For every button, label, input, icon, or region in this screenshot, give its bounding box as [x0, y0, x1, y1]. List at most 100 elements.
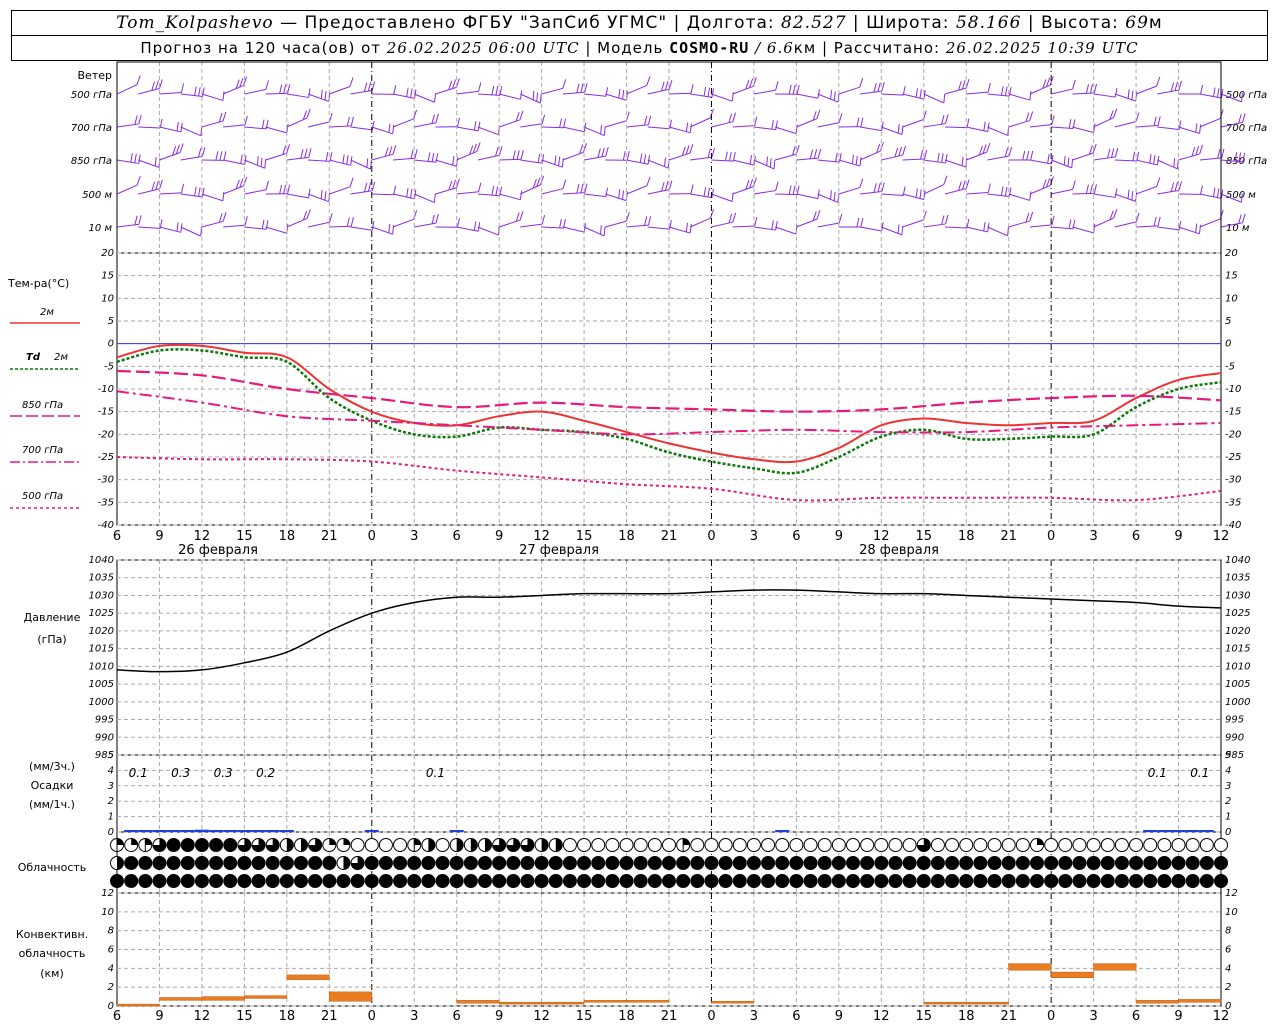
wind-feather: [788, 185, 792, 195]
wind-feather: [306, 209, 311, 219]
cloud-circle: [902, 856, 917, 870]
wind-feather: [559, 118, 562, 128]
cloud-symbol: [1044, 874, 1059, 888]
cloud-circle: [478, 856, 492, 870]
wind-shaft: [1199, 118, 1221, 128]
wind-feather: [1000, 186, 1004, 196]
wind-barb: [159, 143, 184, 161]
wind-feather: [366, 158, 369, 168]
cloud-symbol: [1157, 856, 1172, 870]
cloud-circle: [421, 874, 436, 888]
cloud-symbol: [279, 856, 294, 870]
cloud-circle: [1171, 838, 1186, 852]
wind-feather: [283, 84, 287, 94]
cloud-symbol: [732, 874, 747, 888]
wind-shaft: [711, 193, 733, 202]
wind-feather: [265, 180, 270, 190]
wind-barb: [1008, 111, 1034, 128]
date-label-3: 28 февраля: [859, 543, 939, 558]
cloud-symbol: [223, 874, 238, 888]
ytick-right-conv: 4: [1225, 963, 1231, 974]
cloud-circle: [916, 856, 931, 870]
wind-shaft: [1029, 185, 1051, 195]
wind-barb: [605, 88, 629, 101]
wind-shaft: [753, 190, 776, 195]
wind-shaft: [223, 124, 246, 128]
wind-feather: [1213, 87, 1216, 97]
cloud-circle: [959, 856, 974, 870]
xtick-conv: 6: [1132, 1009, 1140, 1024]
precip-bar: [237, 830, 252, 832]
wind-feather: [707, 148, 711, 158]
cloud-circle: [577, 874, 592, 888]
cloud-symbol: [1114, 856, 1129, 870]
cloud-symbol: [902, 838, 917, 852]
wind-feather: [961, 180, 966, 190]
wind-barb: [414, 193, 436, 204]
wind-barb: [838, 217, 864, 228]
wind-feather: [388, 146, 393, 156]
cloud-symbol: [1129, 874, 1144, 888]
cloud-symbol: [860, 856, 875, 870]
cloud-symbol: [294, 838, 308, 852]
wind-shaft: [1008, 220, 1030, 228]
cloud-circle: [973, 838, 988, 852]
wind-shaft: [1157, 189, 1180, 195]
wind-shaft: [1072, 126, 1094, 133]
wind-barb: [265, 84, 291, 95]
wind-barb: [1157, 181, 1182, 195]
wind-shaft: [180, 126, 202, 137]
wind-feather: [1212, 187, 1216, 197]
cloud-symbol: [690, 874, 705, 888]
wind-barb: [817, 190, 840, 203]
wind-feather: [618, 189, 621, 199]
wind-feather: [176, 222, 179, 232]
wind-feather: [703, 86, 707, 97]
ytick-temp: -40: [98, 520, 114, 531]
wind-shaft: [222, 85, 244, 95]
xtick-temp: 12: [533, 529, 550, 544]
wind-shaft: [350, 226, 373, 231]
precip-3h-label: 0.2: [256, 766, 275, 780]
wind-feather: [813, 149, 818, 159]
precip-3h-label: 0.1: [426, 766, 445, 780]
wind-barb: [584, 87, 609, 97]
conv-bar: [159, 997, 203, 1001]
wind-barb: [562, 143, 587, 161]
cloud-circle: [407, 874, 422, 888]
wind-feather: [685, 122, 689, 132]
wind-barb: [1114, 89, 1138, 102]
wind-feather: [176, 121, 179, 132]
precip-3h-label: 0.1: [1148, 766, 1167, 780]
wind-feather: [1156, 177, 1161, 187]
cloud-symbol: [888, 874, 903, 888]
cloud-symbol: [194, 838, 209, 852]
wind-feather: [796, 85, 800, 95]
cloud-symbol: [1214, 874, 1228, 888]
wind-shaft: [796, 218, 818, 228]
cloud-symbol: [746, 874, 761, 888]
cloud-symbol: [1143, 856, 1158, 870]
wind-barb: [668, 84, 694, 95]
wind-shaft: [138, 88, 160, 95]
wind-shaft: [711, 221, 734, 228]
wind-feather: [138, 114, 142, 125]
cloud-fill: [428, 838, 435, 852]
ytick-right-conv: 12: [1225, 888, 1238, 899]
wind-barb: [987, 146, 1013, 161]
wind-feather: [532, 90, 535, 100]
wind-shaft: [244, 189, 267, 195]
wind-feather: [219, 151, 223, 161]
xtick-conv: 0: [368, 1009, 376, 1024]
wind-shaft: [1199, 218, 1221, 228]
wind-feather: [198, 187, 201, 197]
precip-bar: [1199, 830, 1214, 832]
wind-barb: [1178, 84, 1204, 95]
cloud-symbol: [421, 838, 436, 852]
xtick-conv: 18: [958, 1009, 975, 1024]
cloud-symbol: [1129, 856, 1144, 870]
wind-feather: [1051, 215, 1055, 226]
cloud-circle: [1214, 874, 1228, 888]
conv-bar: [1008, 963, 1052, 971]
wind-shaft: [456, 191, 479, 195]
